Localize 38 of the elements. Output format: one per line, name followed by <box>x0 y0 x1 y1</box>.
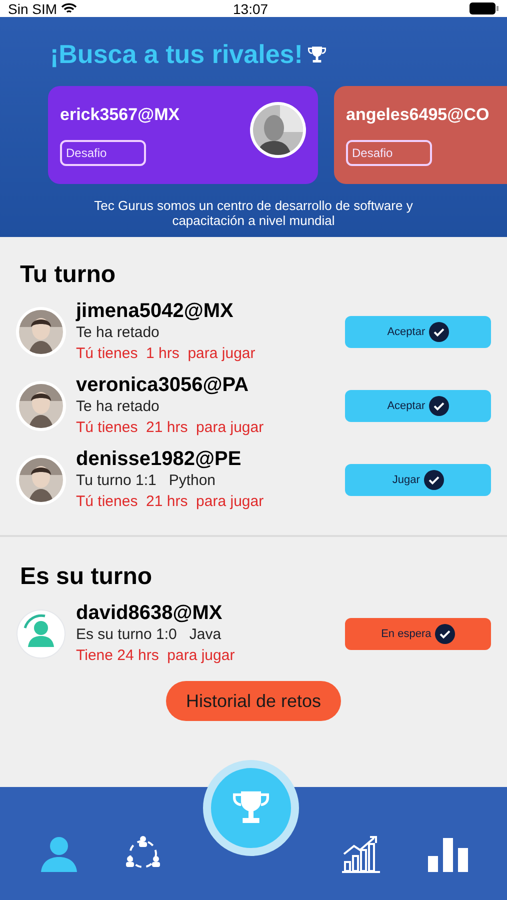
time-remaining: Tú tienes 1 hrs para jugar <box>76 344 256 364</box>
check-icon <box>429 396 450 416</box>
rival-card[interactable]: erick3567@MX Desafio <box>48 86 318 184</box>
rival-name: angeles6495@CO <box>346 104 490 126</box>
challenge-button[interactable]: Desafio <box>346 140 432 166</box>
trophy-icon <box>306 44 327 64</box>
section-title: Tu turno <box>19 260 117 290</box>
action-button[interactable]: Jugar <box>345 464 491 496</box>
action-button[interactable]: En espera <box>345 618 491 650</box>
time-remaining: Tú tienes 21 hrs para jugar <box>76 418 265 438</box>
check-icon <box>435 624 456 644</box>
check-icon <box>429 322 450 342</box>
username: denisse1982@PE <box>76 447 242 471</box>
growth-chart-icon <box>340 834 382 874</box>
challenge-status: Es su turno 1:0 Java <box>76 625 222 645</box>
action-button[interactable]: Aceptar <box>345 316 491 348</box>
wifi-icon <box>61 2 78 14</box>
username: jimena5042@MX <box>76 299 234 323</box>
username: david8638@MX <box>76 601 224 625</box>
username: veronica3056@PA <box>76 373 250 397</box>
battery-icon <box>469 2 499 15</box>
tagline: Tec Gurus somos un centro de desarrollo de software y capacitación a nivel mundial <box>93 198 414 228</box>
header-title: ¡Busca a tus rivales! <box>50 38 303 71</box>
challenge-status: Te ha retado <box>76 323 160 343</box>
time-remaining: Tú tienes 21 hrs para jugar <box>76 492 265 512</box>
check-icon <box>424 470 444 490</box>
clock-time: 13:07 <box>233 2 268 16</box>
rival-name: erick3567@MX <box>60 104 180 126</box>
carrier-label: Sin SIM <box>8 2 58 16</box>
history-button[interactable]: Historial de retos <box>166 681 342 721</box>
challenge-status: Te ha retado <box>76 397 160 417</box>
challenge-status: Tu turno 1:1 Python <box>76 471 217 491</box>
time-remaining: Tiene 24 hrs para jugar <box>76 646 236 666</box>
rival-card[interactable]: angeles6495@CO Desafio <box>334 86 507 184</box>
avatar-icon <box>16 609 66 659</box>
challenge-button[interactable]: Desafio <box>60 140 146 166</box>
action-button[interactable]: Aceptar <box>345 390 491 422</box>
section-title: Es su turno <box>19 562 154 592</box>
